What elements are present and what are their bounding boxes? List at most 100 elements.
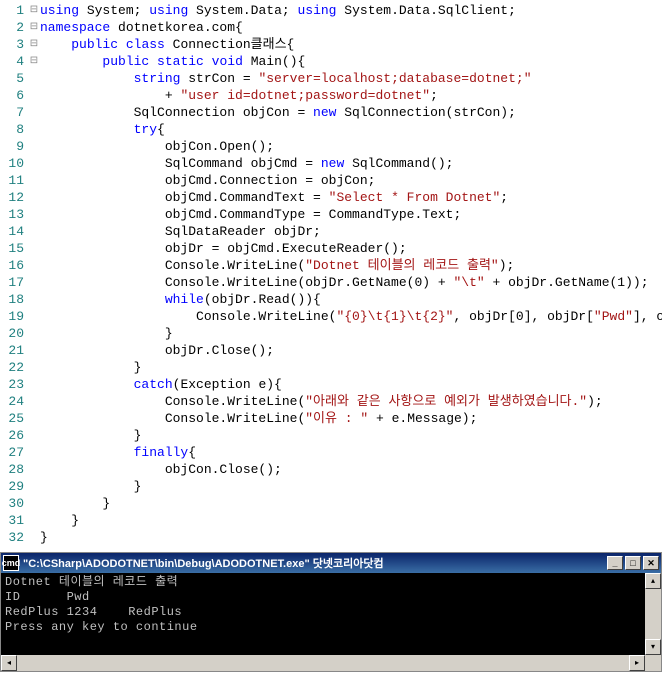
code-line[interactable]: 7 SqlConnection objCon = new SqlConnecti… (0, 104, 662, 121)
console-icon: cmd (3, 555, 19, 571)
code-line[interactable]: 9 objCon.Open(); (0, 138, 662, 155)
code-text[interactable]: SqlConnection objCon = new SqlConnection… (40, 104, 662, 121)
fold-toggle[interactable]: ⊟ (28, 53, 40, 70)
scroll-right-button[interactable]: ▸ (629, 655, 645, 671)
code-text[interactable]: namespace dotnetkorea.com{ (40, 19, 662, 36)
code-line[interactable]: 16 Console.WriteLine("Dotnet 테이블의 레코드 출력… (0, 257, 662, 274)
code-text[interactable]: Console.WriteLine("Dotnet 테이블의 레코드 출력"); (40, 257, 662, 274)
line-number: 4 (0, 53, 28, 70)
code-text[interactable]: } (40, 325, 662, 342)
console-title: "C:\CSharp\ADODOTNET\bin\Debug\ADODOTNET… (23, 555, 607, 571)
code-line[interactable]: 11 objCmd.Connection = objCon; (0, 172, 662, 189)
code-line[interactable]: 1⊟using System; using System.Data; using… (0, 2, 662, 19)
code-line[interactable]: 3⊟ public class Connection클래스{ (0, 36, 662, 53)
maximize-button[interactable]: □ (625, 556, 641, 570)
code-text[interactable]: objDr = objCmd.ExecuteReader(); (40, 240, 662, 257)
code-line[interactable]: 24 Console.WriteLine("아래와 같은 사항으로 예외가 발생… (0, 393, 662, 410)
code-text[interactable]: objCmd.CommandText = "Select * From Dotn… (40, 189, 662, 206)
line-number: 21 (0, 342, 28, 359)
code-text[interactable]: SqlCommand objCmd = new SqlCommand(); (40, 155, 662, 172)
code-text[interactable]: Console.WriteLine("{0}\t{1}\t{2}", objDr… (40, 308, 662, 325)
code-text[interactable]: + "user id=dotnet;password=dotnet"; (40, 87, 662, 104)
code-text[interactable]: SqlDataReader objDr; (40, 223, 662, 240)
code-line[interactable]: 12 objCmd.CommandText = "Select * From D… (0, 189, 662, 206)
code-text[interactable]: } (40, 495, 662, 512)
code-line[interactable]: 14 SqlDataReader objDr; (0, 223, 662, 240)
line-number: 14 (0, 223, 28, 240)
resize-grip[interactable] (645, 655, 661, 671)
code-editor[interactable]: 1⊟using System; using System.Data; using… (0, 0, 662, 548)
code-line[interactable]: 6 + "user id=dotnet;password=dotnet"; (0, 87, 662, 104)
code-line[interactable]: 26 } (0, 427, 662, 444)
code-line[interactable]: 23 catch(Exception e){ (0, 376, 662, 393)
fold-toggle[interactable]: ⊟ (28, 36, 40, 53)
code-text[interactable]: Console.WriteLine(objDr.GetName(0) + "\t… (40, 274, 662, 291)
code-text[interactable]: while(objDr.Read()){ (40, 291, 662, 308)
code-text[interactable]: catch(Exception e){ (40, 376, 662, 393)
code-text[interactable]: Console.WriteLine("아래와 같은 사항으로 예외가 발생하였습… (40, 393, 662, 410)
code-line[interactable]: 18 while(objDr.Read()){ (0, 291, 662, 308)
code-text[interactable]: } (40, 478, 662, 495)
code-line[interactable]: 31 } (0, 512, 662, 529)
code-text[interactable]: public class Connection클래스{ (40, 36, 662, 53)
code-line[interactable]: 8 try{ (0, 121, 662, 138)
console-window: cmd "C:\CSharp\ADODOTNET\bin\Debug\ADODO… (0, 552, 662, 672)
code-line[interactable]: 20 } (0, 325, 662, 342)
line-number: 20 (0, 325, 28, 342)
line-number: 6 (0, 87, 28, 104)
line-number: 32 (0, 529, 28, 546)
code-text[interactable]: } (40, 529, 662, 546)
vertical-scrollbar[interactable]: ▴ ▾ (645, 573, 661, 655)
code-line[interactable]: 27 finally{ (0, 444, 662, 461)
code-line[interactable]: 22 } (0, 359, 662, 376)
code-text[interactable]: objCmd.CommandType = CommandType.Text; (40, 206, 662, 223)
scroll-left-button[interactable]: ◂ (1, 655, 17, 671)
code-line[interactable]: 25 Console.WriteLine("이유 : " + e.Message… (0, 410, 662, 427)
code-line[interactable]: 15 objDr = objCmd.ExecuteReader(); (0, 240, 662, 257)
code-text[interactable]: } (40, 359, 662, 376)
code-line[interactable]: 32} (0, 529, 662, 546)
scroll-track[interactable] (645, 589, 661, 639)
code-line[interactable]: 29 } (0, 478, 662, 495)
code-line[interactable]: 19 Console.WriteLine("{0}\t{1}\t{2}", ob… (0, 308, 662, 325)
code-line[interactable]: 4⊟ public static void Main(){ (0, 53, 662, 70)
code-line[interactable]: 21 objDr.Close(); (0, 342, 662, 359)
fold-toggle[interactable]: ⊟ (28, 2, 40, 19)
code-text[interactable]: } (40, 427, 662, 444)
code-text[interactable]: Console.WriteLine("이유 : " + e.Message); (40, 410, 662, 427)
window-buttons: _ □ ✕ (607, 556, 659, 570)
scroll-up-button[interactable]: ▴ (645, 573, 661, 589)
line-number: 26 (0, 427, 28, 444)
code-text[interactable]: } (40, 512, 662, 529)
code-line[interactable]: 30 } (0, 495, 662, 512)
scroll-down-button[interactable]: ▾ (645, 639, 661, 655)
console-titlebar[interactable]: cmd "C:\CSharp\ADODOTNET\bin\Debug\ADODO… (1, 553, 661, 573)
line-number: 17 (0, 274, 28, 291)
line-number: 15 (0, 240, 28, 257)
code-text[interactable]: objCon.Close(); (40, 461, 662, 478)
code-text[interactable]: objCon.Open(); (40, 138, 662, 155)
code-line[interactable]: 10 SqlCommand objCmd = new SqlCommand(); (0, 155, 662, 172)
code-text[interactable]: string strCon = "server=localhost;databa… (40, 70, 662, 87)
code-line[interactable]: 17 Console.WriteLine(objDr.GetName(0) + … (0, 274, 662, 291)
scroll-track-h[interactable] (17, 655, 629, 671)
horizontal-scrollbar[interactable]: ◂ ▸ (1, 655, 661, 671)
minimize-button[interactable]: _ (607, 556, 623, 570)
line-number: 9 (0, 138, 28, 155)
code-text[interactable]: using System; using System.Data; using S… (40, 2, 662, 19)
code-line[interactable]: 28 objCon.Close(); (0, 461, 662, 478)
code-text[interactable]: finally{ (40, 444, 662, 461)
code-text[interactable]: objDr.Close(); (40, 342, 662, 359)
line-number: 23 (0, 376, 28, 393)
code-line[interactable]: 5 string strCon = "server=localhost;data… (0, 70, 662, 87)
code-text[interactable]: public static void Main(){ (40, 53, 662, 70)
code-line[interactable]: 2⊟namespace dotnetkorea.com{ (0, 19, 662, 36)
line-number: 5 (0, 70, 28, 87)
fold-toggle[interactable]: ⊟ (28, 19, 40, 36)
code-text[interactable]: try{ (40, 121, 662, 138)
line-number: 1 (0, 2, 28, 19)
code-line[interactable]: 13 objCmd.CommandType = CommandType.Text… (0, 206, 662, 223)
console-output[interactable]: Dotnet 테이블의 레코드 출력ID PwdRedPlus 1234 Red… (1, 573, 661, 655)
close-button[interactable]: ✕ (643, 556, 659, 570)
code-text[interactable]: objCmd.Connection = objCon; (40, 172, 662, 189)
